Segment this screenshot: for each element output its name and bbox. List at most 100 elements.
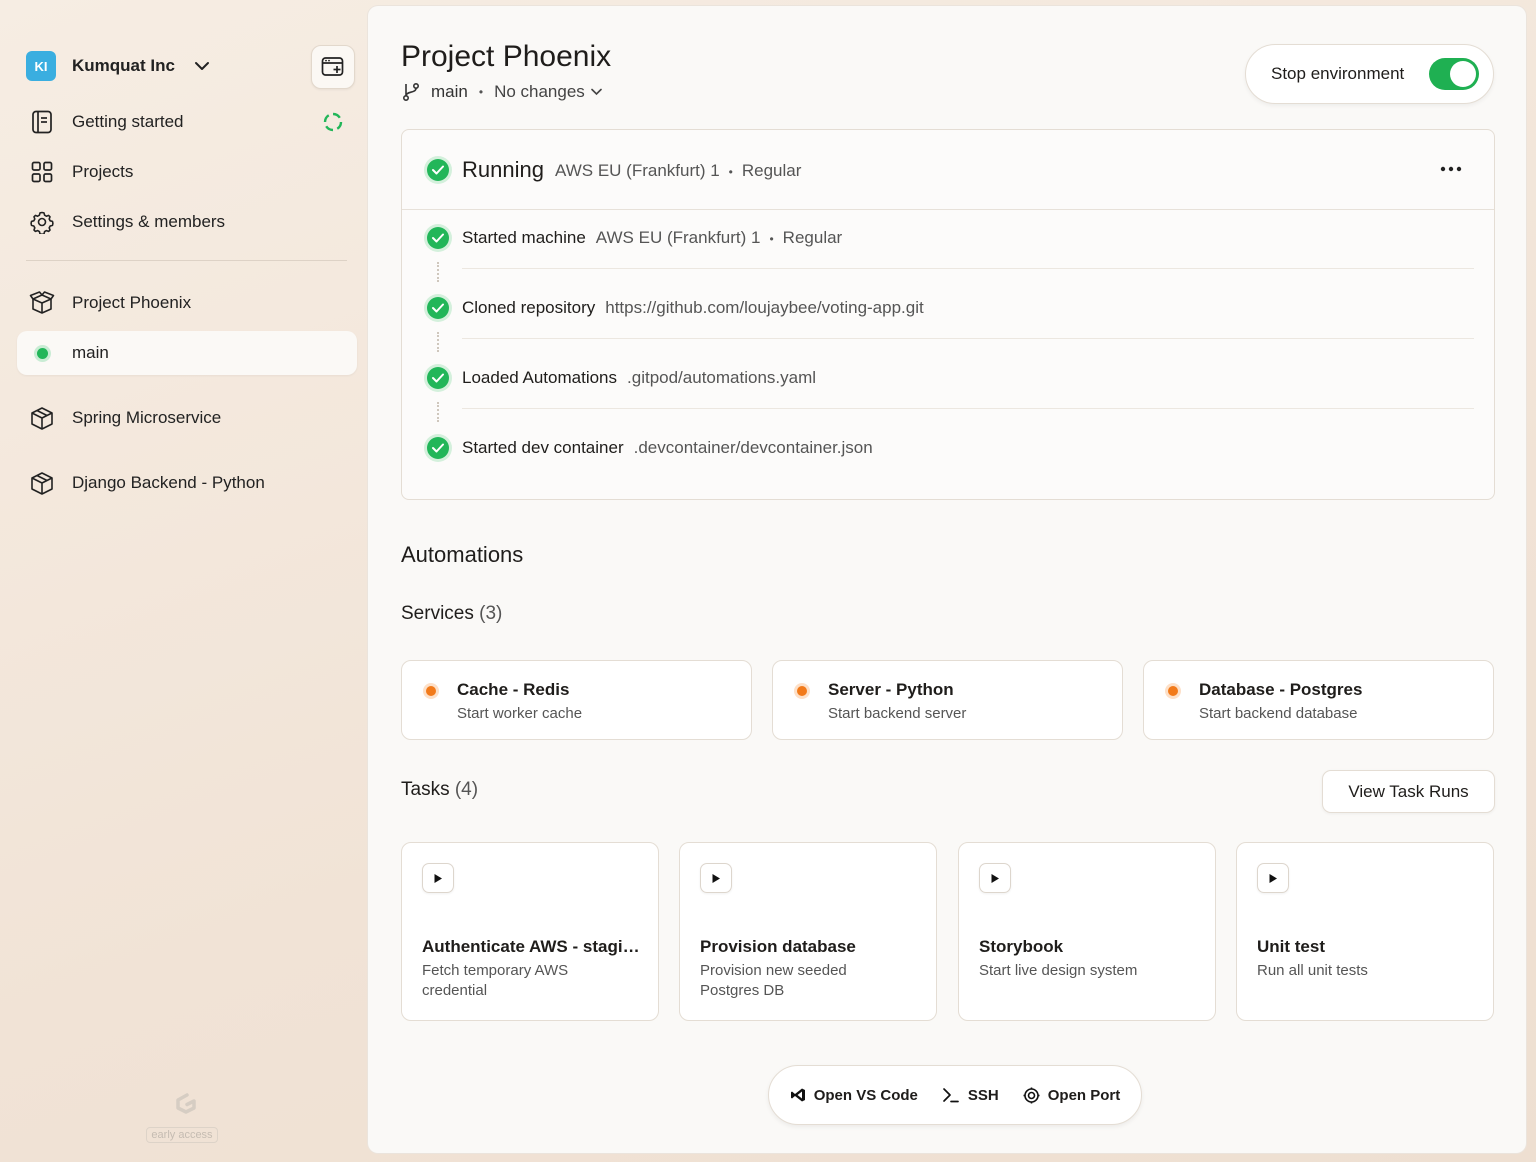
- branch-name: main: [431, 82, 468, 101]
- check-circle-icon: [427, 437, 449, 459]
- automations-file-link[interactable]: .gitpod/automations.yaml: [627, 368, 816, 388]
- step-started-machine: Started machine AWS EU (Frankfurt) 1 • Reg…: [427, 226, 842, 250]
- play-icon: [712, 873, 720, 883]
- changes-label: No changes: [494, 82, 585, 101]
- open-vscode-label: Open VS Code: [813, 1086, 918, 1104]
- sidebar-item-project-phoenix[interactable]: Project Phoenix: [17, 281, 357, 325]
- service-description: Start backend server: [828, 705, 967, 722]
- automations-heading: Automations: [401, 542, 524, 567]
- step-divider: [462, 408, 1474, 409]
- service-description: Start worker cache: [457, 705, 583, 722]
- new-environment-button[interactable]: [311, 45, 355, 89]
- sidebar-item-label: Django Backend - Python: [72, 473, 265, 492]
- sidebar-item-branch-main[interactable]: main: [17, 331, 357, 375]
- task-name: Storybook: [979, 937, 1064, 956]
- step-connector: [437, 262, 439, 282]
- sidebar-item-label: Project Phoenix: [72, 293, 192, 312]
- early-access-label: early access: [146, 1127, 218, 1143]
- tasks-heading: Tasks (4): [401, 779, 479, 800]
- step-loaded-automations: Loaded Automations .gitpod/automations.y…: [427, 366, 816, 390]
- step-label: Started dev container: [462, 438, 624, 457]
- gear-icon: [29, 209, 55, 235]
- step-value: AWS EU (Frankfurt) 1 • Regular: [595, 228, 843, 247]
- chevron-down-icon: [194, 62, 209, 70]
- service-card[interactable]: Database - Postgres Start backend databa…: [1143, 660, 1494, 740]
- brand-logo-icon: [176, 1093, 196, 1114]
- org-switcher[interactable]: KI Kumquat Inc: [26, 51, 211, 81]
- step-label: Loaded Automations: [462, 368, 618, 387]
- task-description: Provision new seeded Postgres DB: [700, 962, 847, 999]
- port-icon: [1023, 1087, 1040, 1103]
- ssh-button[interactable]: SSH: [942, 1087, 999, 1104]
- vscode-icon: [790, 1088, 805, 1102]
- step-connector: [437, 332, 439, 352]
- sidebar-item-spring-microservice[interactable]: Spring Microservice: [17, 396, 357, 440]
- sidebar-item-label: Settings & members: [72, 212, 226, 231]
- step-divider: [462, 268, 1474, 269]
- check-circle-icon: [427, 297, 449, 319]
- service-name: Cache - Redis: [457, 680, 570, 699]
- grid-icon: [29, 159, 55, 185]
- task-card[interactable]: Storybook Start live design system: [958, 842, 1216, 1021]
- toggle-knob: [1450, 61, 1476, 87]
- open-box-icon: [29, 290, 55, 316]
- status-region: AWS EU (Frankfurt) 1 • Regular: [555, 161, 802, 180]
- step-label: Cloned repository: [462, 298, 596, 317]
- sidebar-item-projects[interactable]: Projects: [17, 150, 357, 194]
- stop-environment-toggle[interactable]: Stop environment: [1245, 44, 1494, 104]
- view-task-runs-button[interactable]: View Task Runs: [1322, 770, 1495, 813]
- service-status-dot: [797, 686, 807, 696]
- task-name: Authenticate AWS - staging: [422, 937, 640, 956]
- chevron-down-icon: [590, 88, 602, 96]
- open-port-button[interactable]: Open Port: [1023, 1087, 1120, 1104]
- check-circle-icon: [427, 159, 449, 181]
- sidebar-item-label: main: [72, 343, 109, 362]
- run-task-button[interactable]: [979, 863, 1011, 893]
- task-name: Provision database: [700, 937, 856, 956]
- task-description: Run all unit tests: [1257, 962, 1368, 979]
- check-circle-icon: [427, 227, 449, 249]
- service-name: Server - Python: [828, 680, 954, 699]
- run-task-button[interactable]: [1257, 863, 1289, 893]
- early-access-badge: early access: [139, 1088, 225, 1143]
- sidebar-item-label: Getting started: [72, 112, 184, 131]
- sidebar-item-label: Spring Microservice: [72, 408, 222, 427]
- sidebar-divider: [26, 260, 347, 261]
- status-header: Running AWS EU (Frankfurt) 1 • Regular: [402, 130, 1494, 210]
- task-card[interactable]: Authenticate AWS - staging Fetch tempora…: [401, 842, 659, 1021]
- sidebar-item-settings[interactable]: Settings & members: [17, 200, 357, 244]
- org-name: Kumquat Inc: [72, 56, 175, 75]
- run-task-button[interactable]: [422, 863, 454, 893]
- devcontainer-file-link[interactable]: .devcontainer/devcontainer.json: [634, 438, 873, 458]
- org-avatar: KI: [26, 51, 56, 81]
- branch-info: main • No changes: [401, 82, 602, 102]
- document-icon: [29, 109, 55, 135]
- step-divider: [462, 338, 1474, 339]
- more-options-icon[interactable]: [1438, 158, 1464, 180]
- changes-dropdown[interactable]: No changes: [494, 82, 602, 102]
- open-vscode-button[interactable]: Open VS Code: [790, 1087, 918, 1104]
- new-window-icon: [321, 57, 344, 76]
- play-icon: [991, 873, 999, 883]
- main-panel: Project Phoenix main • No changes Stop e…: [368, 6, 1526, 1153]
- service-name: Database - Postgres: [1199, 680, 1363, 699]
- sidebar-item-django-backend[interactable]: Django Backend - Python: [17, 461, 357, 505]
- repository-url-link[interactable]: https://github.com/loujaybee/voting-app.…: [605, 298, 923, 318]
- step-started-dev-container: Started dev container .devcontainer/devc…: [427, 436, 873, 460]
- step-cloned-repository: Cloned repository https://github.com/lou…: [427, 296, 924, 320]
- task-name: Unit test: [1257, 937, 1325, 956]
- box-icon: [29, 470, 55, 496]
- running-status-dot: [29, 340, 55, 366]
- task-card[interactable]: Provision database Provision new seeded …: [679, 842, 937, 1021]
- check-circle-icon: [427, 367, 449, 389]
- separator-dot: •: [478, 85, 484, 99]
- service-status-dot: [426, 686, 436, 696]
- sidebar-item-getting-started[interactable]: Getting started: [17, 100, 357, 144]
- service-card[interactable]: Server - Python Start backend server: [772, 660, 1123, 740]
- box-icon: [29, 405, 55, 431]
- task-description: Start live design system: [979, 962, 1138, 979]
- task-card[interactable]: Unit test Run all unit tests: [1236, 842, 1494, 1021]
- service-card[interactable]: Cache - Redis Start worker cache: [401, 660, 752, 740]
- environment-toggle-switch[interactable]: [1429, 58, 1479, 90]
- run-task-button[interactable]: [700, 863, 732, 893]
